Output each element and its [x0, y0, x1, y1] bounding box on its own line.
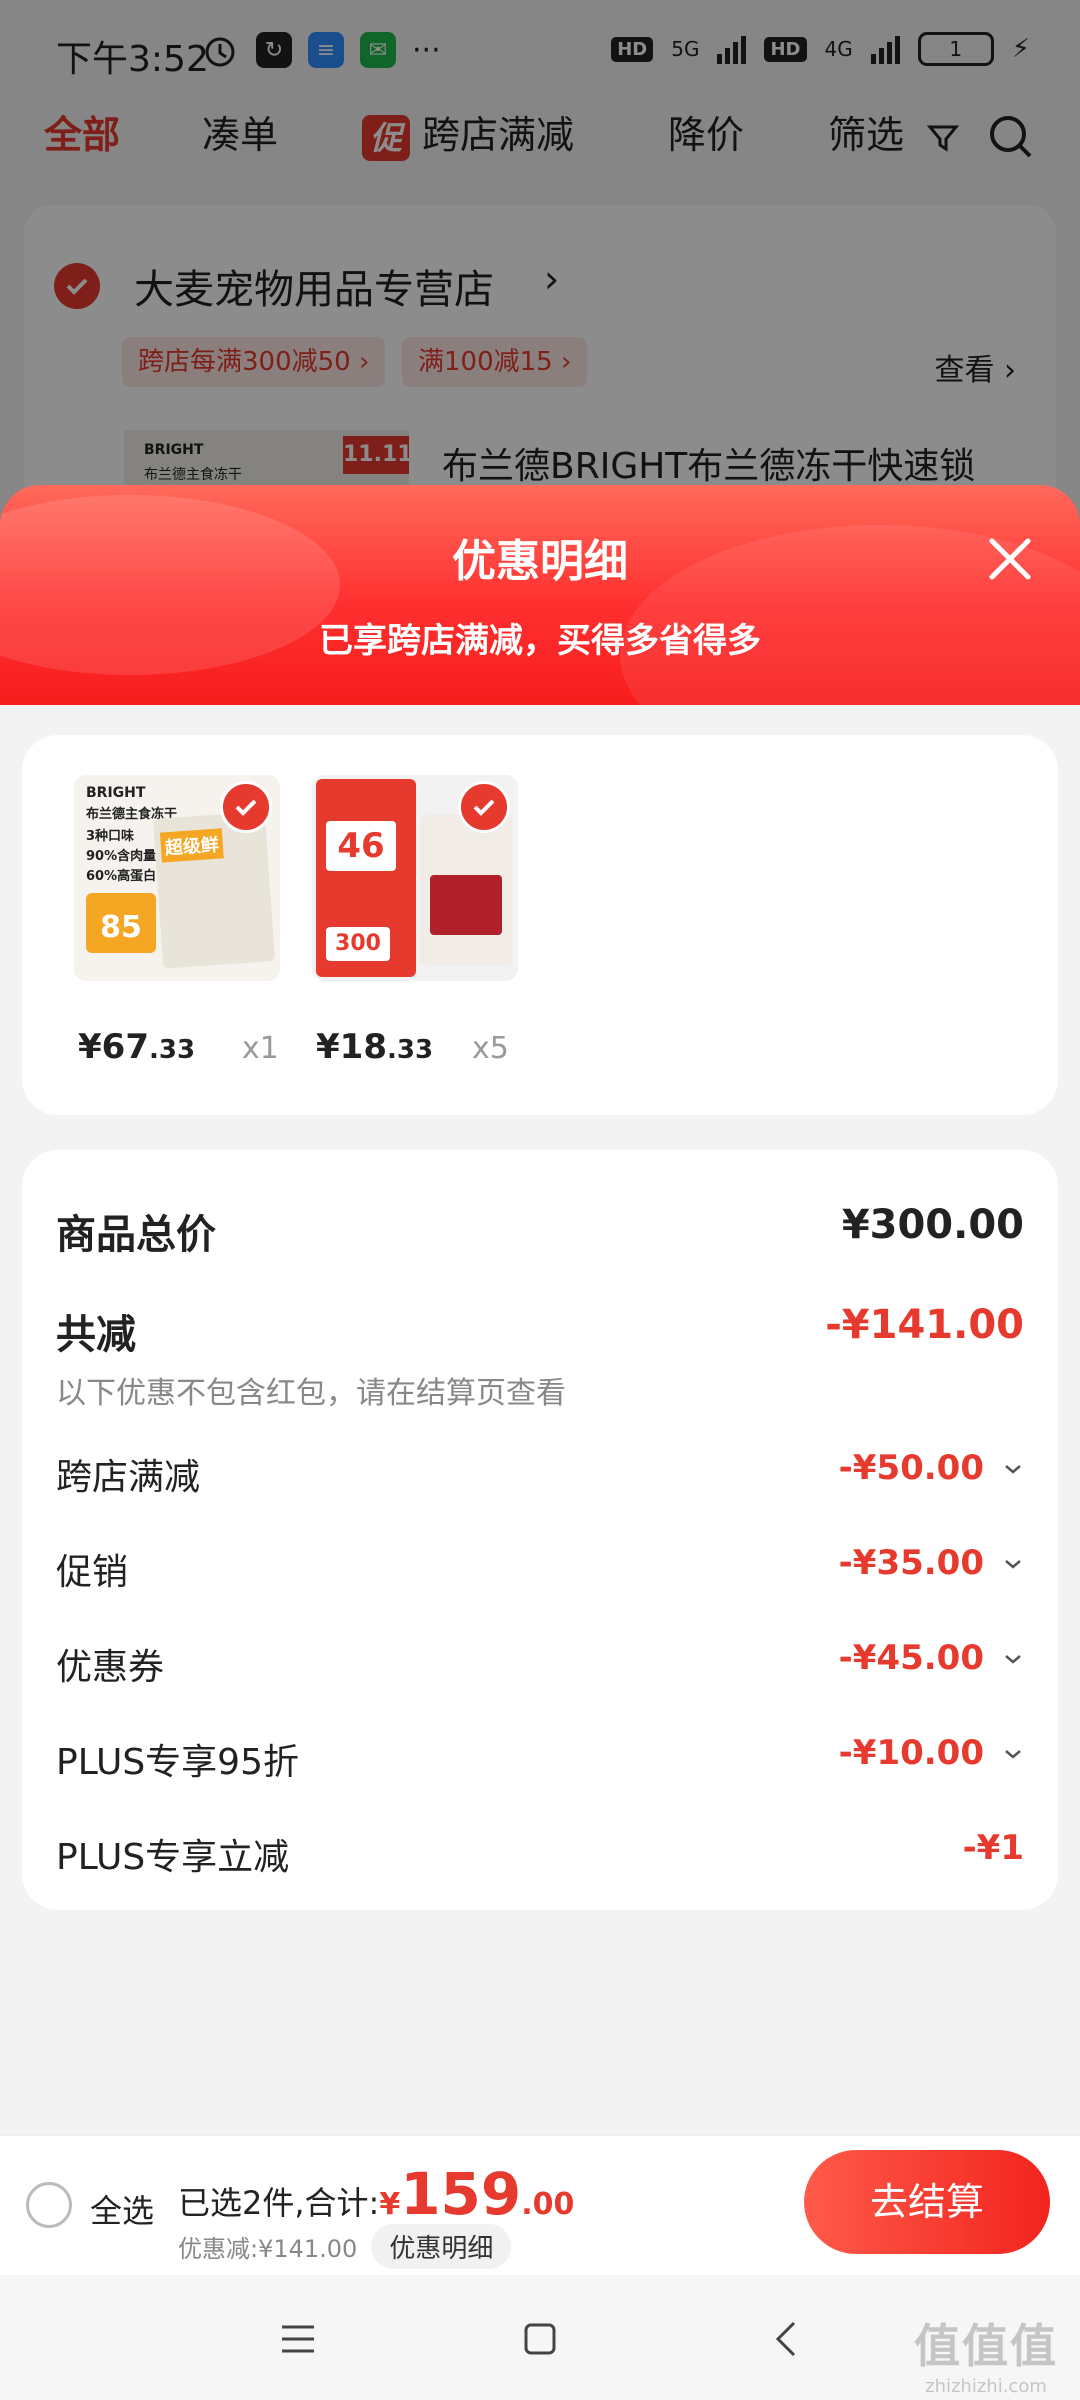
- product-qty: x5: [472, 1031, 509, 1066]
- product-image: 46 300: [312, 775, 518, 981]
- discount-detail-button[interactable]: 优惠明细: [371, 2224, 512, 2269]
- selected-summary: 已选2件,合计:¥159.00: [178, 2165, 575, 2224]
- product-qty: x1: [242, 1031, 279, 1066]
- back-icon[interactable]: [766, 2317, 810, 2361]
- art-line3: 60%高蛋白: [86, 869, 157, 884]
- total-reduce-value: -¥141.00: [825, 1302, 1024, 1348]
- total-decimal: .00: [521, 2187, 575, 2222]
- art-line1: 3种口味: [86, 829, 135, 844]
- discount-label: PLUS专享95折: [56, 1742, 299, 1783]
- discount-row-coupon[interactable]: 优惠券 -¥45.00: [56, 1638, 1024, 1688]
- discount-text: 优惠减:¥141.00: [178, 2235, 358, 2263]
- art-tag: 超级鲜: [159, 828, 224, 863]
- total-price-value: ¥300.00: [841, 1202, 1024, 1248]
- sheet-title: 优惠明细: [452, 536, 628, 587]
- total-price-label: 商品总价: [56, 1212, 216, 1258]
- art-brand: BRIGHT: [86, 785, 146, 801]
- chevron-down-icon: [1005, 1465, 1021, 1474]
- total-currency: ¥: [379, 2187, 401, 2222]
- discount-value: -¥10.00: [838, 1733, 984, 1773]
- product-item[interactable]: 46 300: [312, 775, 522, 981]
- chevron-down-icon: [1005, 1750, 1021, 1759]
- discount-note: 以下优惠不包含红包，请在结算页查看: [56, 1376, 566, 1411]
- art-number: 46: [326, 821, 396, 871]
- sheet-subtitle: 已享跨店满减，买得多省得多: [319, 621, 761, 661]
- discount-row-plus-instant: PLUS专享立减 -¥1: [56, 1828, 1024, 1878]
- art-bag: 超级鲜: [152, 811, 276, 969]
- watermark-logo: 值值值: [914, 2319, 1058, 2373]
- product-item[interactable]: BRIGHT 布兰德主食冻干 3种口味 90%含肉量 60%高蛋白 85 超级鲜: [74, 775, 284, 981]
- total-price-row: 商品总价 ¥300.00: [56, 1202, 1024, 1258]
- price-dec: .33: [386, 1035, 434, 1065]
- menu-icon[interactable]: [276, 2317, 320, 2361]
- art-number-2: 300: [326, 927, 390, 961]
- art-line2: 90%含肉量: [86, 849, 157, 864]
- product-price: ¥18.33: [316, 1027, 433, 1067]
- discount-value: -¥35.00: [838, 1543, 984, 1583]
- checkout-bar: 全选 已选2件,合计:¥159.00 优惠减:¥141.00 优惠明细 去结算: [0, 2135, 1080, 2275]
- price-dec: .33: [148, 1035, 196, 1065]
- discount-value: -¥1: [962, 1828, 1024, 1868]
- price-summary-card: 商品总价 ¥300.00 共减 -¥141.00 以下优惠不包含红包，请在结算页…: [22, 1150, 1058, 1910]
- chevron-down-icon: [1005, 1655, 1021, 1664]
- total-reduce-row: 共减 -¥141.00: [56, 1302, 1024, 1358]
- discount-label: 跨店满减: [56, 1457, 201, 1498]
- selected-text: 已选2件,合计:: [178, 2184, 380, 2222]
- total-amount: 159: [400, 2160, 522, 2228]
- discount-label: 优惠券: [56, 1647, 165, 1688]
- art-badge: 85: [86, 893, 156, 953]
- watermark-url: zhizhizhi.com: [925, 2376, 1047, 2397]
- close-icon[interactable]: [980, 529, 1040, 589]
- total-reduce-label: 共减: [56, 1312, 136, 1358]
- discount-row-promotion[interactable]: 促销 -¥35.00: [56, 1543, 1024, 1593]
- art-bag: [420, 815, 512, 965]
- discount-label: PLUS专享立减: [56, 1837, 290, 1878]
- discount-sheet-body: BRIGHT 布兰德主食冻干 3种口味 90%含肉量 60%高蛋白 85 超级鲜…: [0, 705, 1080, 2135]
- discount-value: -¥45.00: [838, 1638, 984, 1678]
- price-int: ¥18: [316, 1027, 387, 1067]
- art-bag-label: [430, 875, 502, 935]
- select-all-radio[interactable]: [26, 2182, 72, 2228]
- price-int: ¥67: [78, 1027, 149, 1067]
- discount-info: 优惠减:¥141.00 优惠明细: [178, 2224, 512, 2269]
- product-check-icon[interactable]: [458, 781, 510, 833]
- home-icon[interactable]: [518, 2317, 562, 2361]
- discount-row-cross-store[interactable]: 跨店满减 -¥50.00: [56, 1448, 1024, 1498]
- chevron-down-icon: [1005, 1560, 1021, 1569]
- product-price: ¥67.33: [78, 1027, 195, 1067]
- discount-row-plus-95[interactable]: PLUS专享95折 -¥10.00: [56, 1733, 1024, 1783]
- discount-value: -¥50.00: [838, 1448, 984, 1488]
- discount-label: 促销: [56, 1552, 129, 1593]
- product-image: BRIGHT 布兰德主食冻干 3种口味 90%含肉量 60%高蛋白 85 超级鲜: [74, 775, 280, 981]
- discount-sheet-header: 优惠明细 已享跨店满减，买得多省得多: [0, 485, 1080, 705]
- watermark: 值值值 zhizhizhi.com: [906, 2310, 1066, 2397]
- select-all-label[interactable]: 全选: [90, 2186, 154, 2232]
- selected-products-card: BRIGHT 布兰德主食冻干 3种口味 90%含肉量 60%高蛋白 85 超级鲜…: [22, 735, 1058, 1115]
- checkout-button[interactable]: 去结算: [804, 2150, 1050, 2254]
- product-check-icon[interactable]: [220, 781, 272, 833]
